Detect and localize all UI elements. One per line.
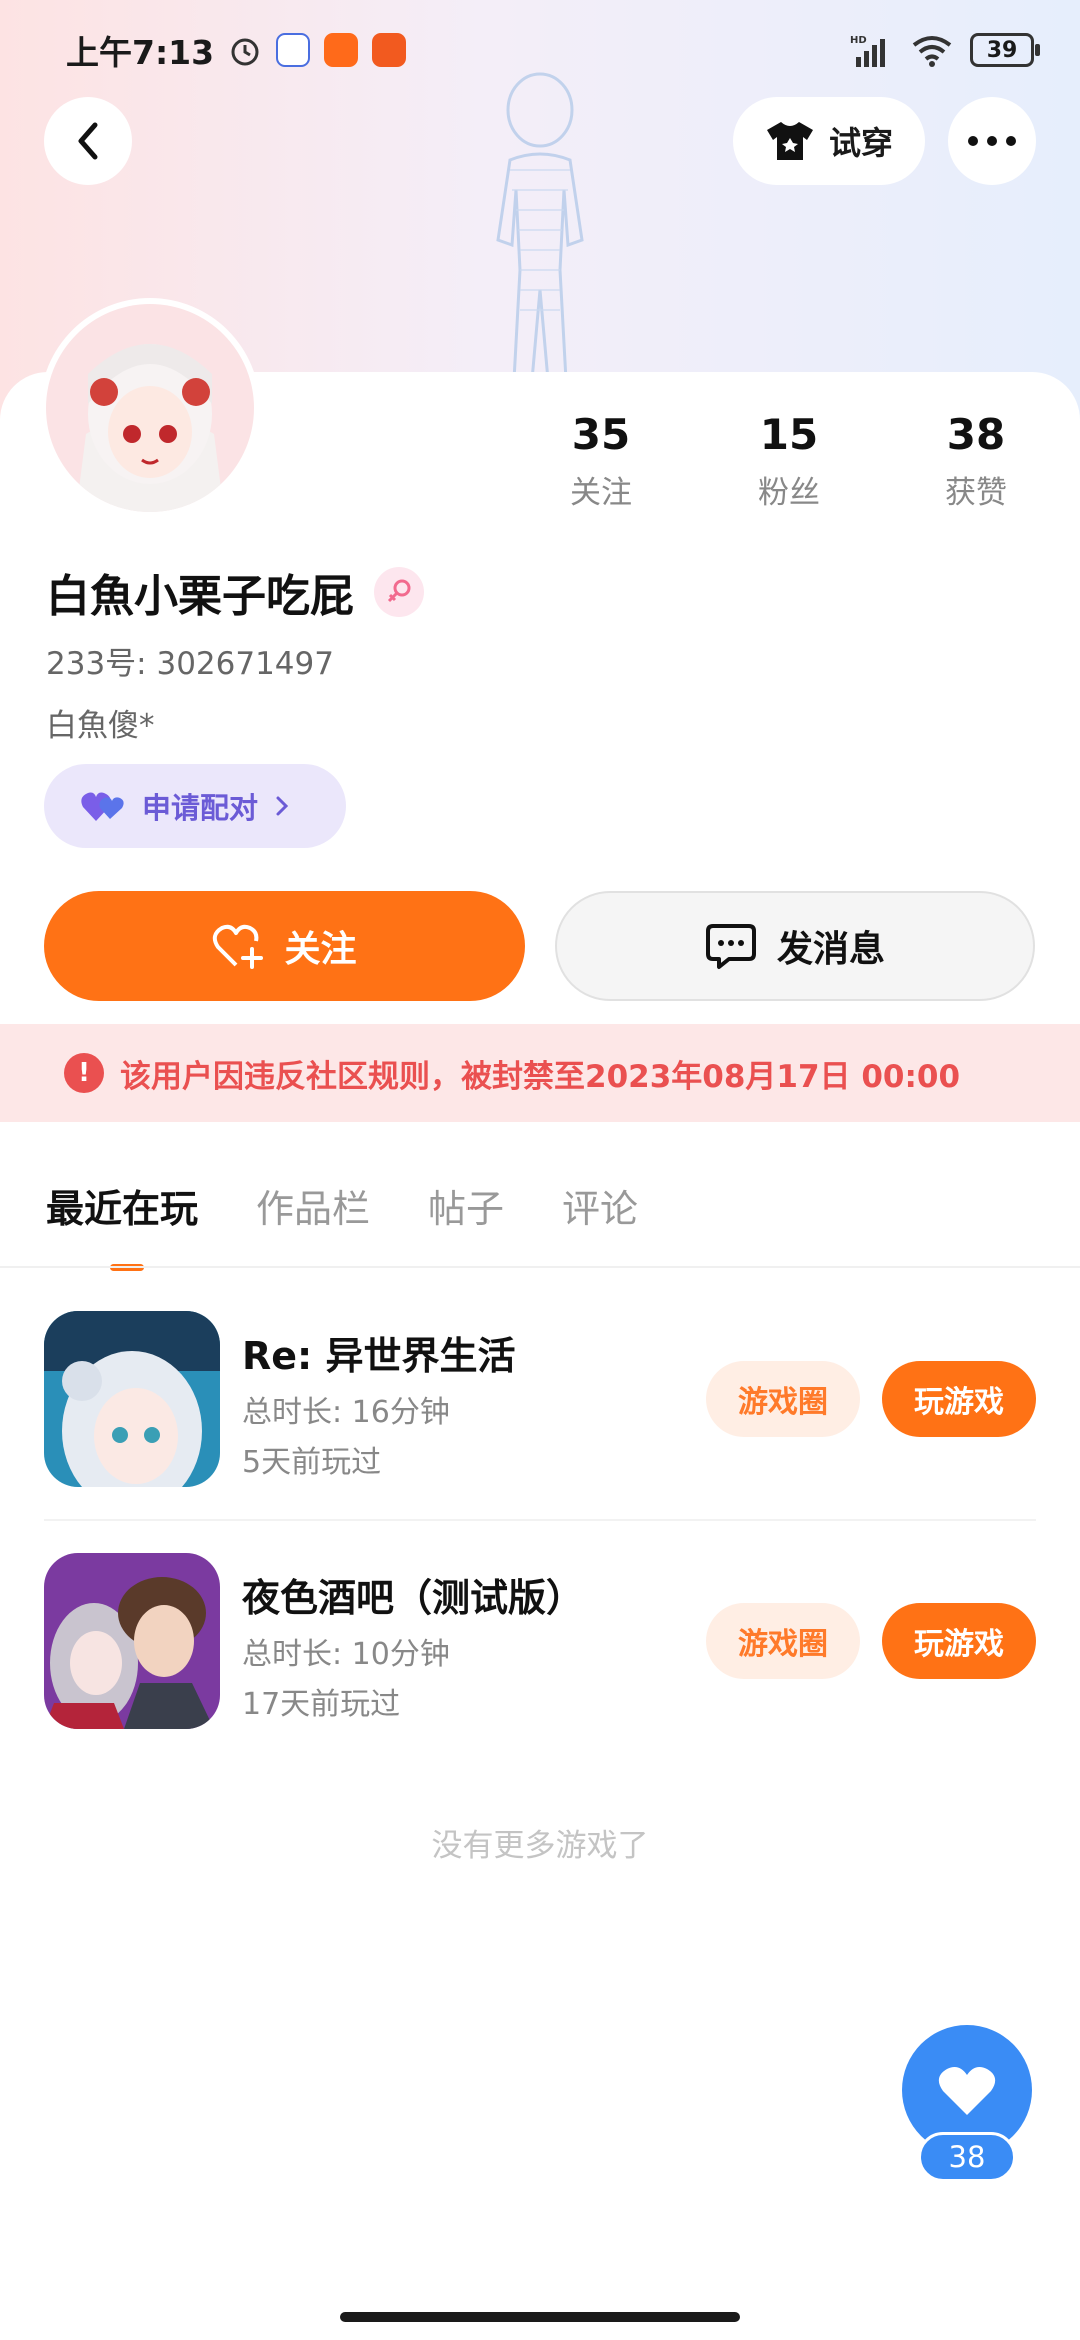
no-more-games-text: 没有更多游戏了 <box>431 1828 649 1864</box>
wifi-icon <box>912 36 952 67</box>
ban-notice: ! 该用户因违反社区规则，被封禁至2023年08月17日 00:00 <box>0 1024 1080 1122</box>
alarm-icon <box>231 38 259 66</box>
tab-comments[interactable]: 评论 <box>562 1178 638 1233</box>
game-circle-button[interactable]: 游戏圈 <box>706 1361 860 1437</box>
more-options-button[interactable] <box>948 97 1036 185</box>
game-title: 夜色酒吧（测试版） <box>242 1576 585 1620</box>
tabs-divider <box>0 1266 1080 1268</box>
home-indicator[interactable] <box>340 2312 740 2322</box>
game-circle-button[interactable]: 游戏圈 <box>706 1603 860 1679</box>
app-grid-icon <box>372 33 407 67</box>
send-message-label: 发消息 <box>776 929 885 970</box>
game-duration: 总时长: 16分钟 <box>242 1395 450 1430</box>
avatar-image <box>46 304 254 512</box>
status-time: 上午7:13 <box>66 33 215 72</box>
game-last-played: 5天前玩过 <box>242 1445 382 1480</box>
game-list-item[interactable]: Re: 异世界生活 总时长: 16分钟 5天前玩过 游戏圈 玩游戏 <box>0 1311 1080 1487</box>
stat-likes-count: 38 <box>946 410 1006 459</box>
game-duration: 总时长: 10分钟 <box>242 1637 450 1672</box>
user-id: 233号: 302671497 <box>46 646 334 682</box>
battery-indicator: 39 <box>970 33 1040 67</box>
request-pair-label: 申请配对 <box>142 791 259 825</box>
profile-tabs: 最近在玩 作品栏 帖子 评论 <box>46 1178 638 1271</box>
user-bio: 白魚傻* <box>46 708 155 744</box>
heart-icon <box>938 2067 996 2115</box>
play-game-button[interactable]: 玩游戏 <box>882 1603 1036 1679</box>
stat-followers[interactable]: 15 粉丝 <box>709 410 869 512</box>
female-icon <box>387 579 411 603</box>
user-avatar[interactable] <box>46 304 254 512</box>
tab-works[interactable]: 作品栏 <box>256 1178 370 1233</box>
female-gender-badge <box>374 567 424 617</box>
status-bar-right: HD 39 <box>850 28 1040 72</box>
stat-following[interactable]: 35 关注 <box>521 410 681 512</box>
svg-text:HD: HD <box>850 35 867 46</box>
try-on-button[interactable]: 试穿 <box>733 97 925 185</box>
game-list-separator <box>44 1519 1036 1521</box>
game-icon-image <box>44 1311 220 1487</box>
status-bar-left: 上午7:13 <box>66 28 407 72</box>
request-pair-button[interactable]: 申请配对 <box>44 764 346 848</box>
battery-level: 39 <box>986 37 1018 63</box>
stat-likes[interactable]: 38 获赞 <box>896 410 1056 512</box>
ban-notice-text: 该用户因违反社区规则，被封禁至2023年08月17日 00:00 <box>120 1058 961 1095</box>
chevron-left-icon <box>78 122 98 160</box>
stat-following-label: 关注 <box>570 475 632 511</box>
stat-following-count: 35 <box>571 410 631 459</box>
play-game-button[interactable]: 玩游戏 <box>882 1361 1036 1437</box>
game-icon-image <box>44 1553 220 1729</box>
double-heart-icon <box>81 792 124 821</box>
tab-recently-played[interactable]: 最近在玩 <box>46 1178 198 1271</box>
stat-followers-label: 粉丝 <box>758 475 820 511</box>
send-message-button[interactable]: 发消息 <box>555 891 1035 1001</box>
game-icon[interactable] <box>44 1311 220 1487</box>
game-last-played: 17天前玩过 <box>242 1687 401 1722</box>
follow-label: 关注 <box>284 929 357 970</box>
game-list-item[interactable]: 夜色酒吧（测试版） 总时长: 10分钟 17天前玩过 游戏圈 玩游戏 <box>0 1553 1080 1729</box>
chevron-right-icon <box>276 796 289 816</box>
heart-plus-icon <box>213 924 264 969</box>
back-button[interactable] <box>44 97 132 185</box>
game-icon[interactable] <box>44 1553 220 1729</box>
warning-icon: ! <box>64 1053 104 1093</box>
avatar-3d-figure <box>496 72 584 380</box>
follow-button[interactable]: 关注 <box>44 891 525 1001</box>
more-dots-icon <box>968 136 1016 146</box>
chat-bubble-icon <box>705 924 756 969</box>
username-row: 白魚小栗子吃屁 <box>46 560 424 624</box>
username: 白魚小栗子吃屁 <box>46 571 354 622</box>
like-count-badge: 38 <box>918 2132 1016 2182</box>
tab-posts[interactable]: 帖子 <box>428 1178 504 1233</box>
stat-likes-label: 获赞 <box>945 475 1007 511</box>
signal-icon: HD <box>850 35 885 67</box>
stat-followers-count: 15 <box>759 410 819 459</box>
game-title: Re: 异世界生活 <box>242 1334 516 1378</box>
tshirt-icon <box>766 122 813 160</box>
taobao-app-icon <box>324 33 359 67</box>
baidu-app-icon <box>276 33 311 67</box>
try-on-label: 试穿 <box>828 124 893 162</box>
